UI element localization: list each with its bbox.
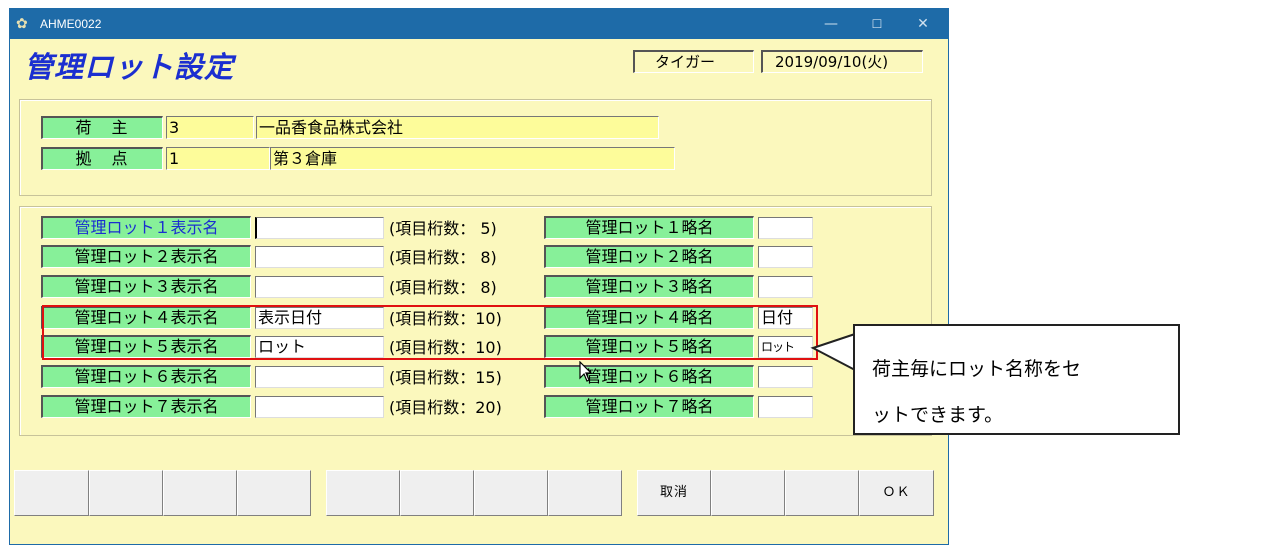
lot-1-display-input[interactable]: [255, 217, 384, 239]
fkey-1-button[interactable]: [14, 470, 89, 516]
base-label: 拠 点: [41, 147, 163, 170]
fkey-7-button[interactable]: [474, 470, 548, 516]
lot-1-short-label: 管理ロット１略名: [544, 216, 754, 239]
window-title: AHME0022: [40, 17, 102, 31]
callout-text: 荷主毎にロット名称をセ ットできます。: [872, 346, 1172, 438]
lot-7-display-input[interactable]: [255, 396, 384, 418]
lot-1-display-label: 管理ロット１表示名: [41, 216, 251, 239]
lot-1-short-input[interactable]: [758, 217, 813, 239]
maximize-icon[interactable]: ☐: [854, 9, 900, 39]
lot-6-display-label: 管理ロット６表示名: [41, 365, 251, 388]
fkey-6-button[interactable]: [400, 470, 474, 516]
mouse-cursor-icon: [579, 361, 593, 382]
shipper-code-field[interactable]: 3: [166, 116, 254, 139]
page-title: 管理ロット設定: [24, 50, 235, 84]
close-icon[interactable]: ✕: [900, 9, 946, 39]
lot-2-short-input[interactable]: [758, 246, 813, 268]
minimize-icon[interactable]: —: [808, 9, 854, 39]
shipper-label: 荷 主: [41, 116, 163, 139]
shipper-name-field: 一品香食品株式会社: [256, 116, 659, 139]
app-icon: ✿: [16, 16, 28, 32]
lot-1-digits: (項目桁数： 5): [389, 219, 497, 238]
lot-3-short-input[interactable]: [758, 276, 813, 298]
base-code-field[interactable]: 1: [166, 147, 270, 170]
fkey-3-button[interactable]: [163, 470, 237, 516]
user-name-box: タイガー: [633, 50, 754, 73]
lot-6-digits: (項目桁数：15): [389, 368, 502, 387]
lot-2-short-label: 管理ロット２略名: [544, 245, 754, 268]
callout-line-2: ットできます。: [872, 404, 1004, 426]
base-name-field: 第３倉庫: [270, 147, 675, 170]
lot-2-display-label: 管理ロット２表示名: [41, 245, 251, 268]
fkey-11-button[interactable]: [785, 470, 859, 516]
fkey-2-button[interactable]: [89, 470, 163, 516]
cancel-button[interactable]: 取消: [637, 470, 711, 516]
lot-2-display-input[interactable]: [255, 246, 384, 268]
lot-7-display-label: 管理ロット７表示名: [41, 395, 251, 418]
lot-7-short-label: 管理ロット７略名: [544, 395, 754, 418]
date-box: 2019/09/10(火): [761, 50, 923, 73]
lot-7-digits: (項目桁数：20): [389, 398, 502, 417]
lot-3-display-input[interactable]: [255, 276, 384, 298]
fkey-5-button[interactable]: [326, 470, 400, 516]
lot-6-display-input[interactable]: [255, 366, 384, 388]
lot-3-short-label: 管理ロット３略名: [544, 275, 754, 298]
lot-7-short-input[interactable]: [758, 396, 813, 418]
lot-6-short-label: 管理ロット６略名: [544, 365, 754, 388]
lot-2-digits: (項目桁数： 8): [389, 248, 497, 267]
callout-line-1: 荷主毎にロット名称をセ: [872, 358, 1082, 380]
lot-6-short-input[interactable]: [758, 366, 813, 388]
fkey-10-button[interactable]: [711, 470, 785, 516]
title-bar[interactable]: ✿ AHME0022 — ☐ ✕: [10, 9, 948, 39]
ok-button[interactable]: ＯＫ: [859, 470, 934, 516]
lot-3-display-label: 管理ロット３表示名: [41, 275, 251, 298]
fkey-8-button[interactable]: [548, 470, 622, 516]
highlight-box: [42, 305, 818, 360]
lot-3-digits: (項目桁数： 8): [389, 278, 497, 297]
fkey-4-button[interactable]: [237, 470, 311, 516]
